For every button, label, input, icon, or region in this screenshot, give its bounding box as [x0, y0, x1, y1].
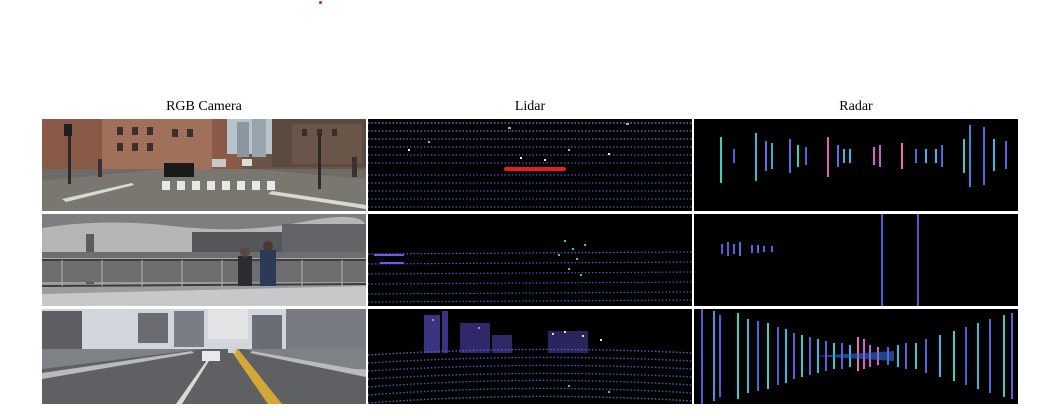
lidar-scan-row-1	[368, 119, 692, 211]
rgb-image-row-2	[42, 214, 366, 306]
column-header-lidar: Lidar	[514, 99, 546, 114]
stray-red-dot	[319, 1, 322, 4]
column-header-radar: Radar	[839, 99, 873, 114]
rgb-image-row-1	[42, 119, 366, 211]
radar-scan-row-2	[694, 214, 1018, 306]
rgb-image-row-3	[42, 309, 366, 404]
radar-scan-row-1	[694, 119, 1018, 211]
lidar-scan-row-3	[368, 309, 692, 404]
lidar-scan-row-2	[368, 214, 692, 306]
column-header-rgb-camera: RGB Camera	[166, 99, 242, 114]
radar-scan-row-3	[694, 309, 1018, 404]
